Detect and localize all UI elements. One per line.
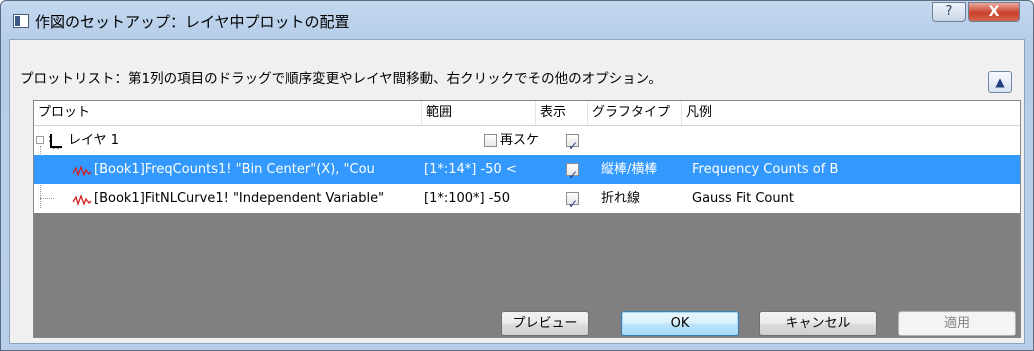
layer-row[interactable]: レイヤ 1 再スケ [34, 126, 1020, 155]
rescale-option[interactable]: 再スケ [484, 126, 544, 155]
window-title: 作図のセットアップ：レイヤ中プロットの配置 [35, 13, 350, 31]
line-plot-icon [72, 155, 94, 184]
close-button[interactable]: X [968, 2, 1020, 22]
line-plot-icon [72, 184, 94, 213]
column-header-plot[interactable]: プロット [34, 101, 422, 125]
ok-button[interactable]: OK [621, 311, 739, 336]
hint-text: プロットリスト：第1列の項目のドラッグで順序変更やレイヤ間移動、右クリックでその… [20, 71, 662, 87]
layer-show-option[interactable] [566, 126, 586, 155]
plot-legend[interactable]: Gauss Fit Count [692, 184, 992, 213]
plot-graph-type[interactable]: 縦棒/横棒 [601, 155, 683, 184]
plot-row[interactable]: [Book1]FreqCounts1! "Bin Center"(X), "Co… [34, 155, 1020, 184]
plot-show-option[interactable] [566, 155, 586, 184]
apply-button[interactable]: 適用 [898, 311, 1016, 336]
collapse-button[interactable]: ▲ [988, 71, 1012, 93]
column-header-range[interactable]: 範囲 [422, 101, 536, 125]
dialog-window: 作図のセットアップ：レイヤ中プロットの配置 ? X プロットリスト：第1列の項目… [0, 0, 1034, 351]
column-header-legend[interactable]: 凡例 [682, 101, 1020, 125]
grid-header: プロット 範囲 表示 グラフタイプ 凡例 [34, 101, 1020, 126]
rescale-label: 再スケ [500, 133, 540, 148]
chevron-up-icon: ▲ [995, 75, 1005, 89]
column-header-show[interactable]: 表示 [536, 101, 588, 125]
plot-list-grid[interactable]: プロット 範囲 表示 グラフタイプ 凡例 レイヤ 1 再スケ ✓ [Book1]… [33, 100, 1021, 338]
grid-rows: レイヤ 1 再スケ [Book1]FreqCounts1! "Bin Cente… [34, 126, 1020, 213]
tree-expander-icon[interactable] [36, 126, 46, 155]
plot-show-checkbox[interactable] [566, 161, 579, 184]
preview-button[interactable]: プレビュー [501, 311, 589, 336]
title-bar[interactable]: 作図のセットアップ：レイヤ中プロットの配置 ? X [1, 1, 1033, 39]
column-header-graph-type[interactable]: グラフタイプ [588, 101, 682, 125]
help-button[interactable]: ? [932, 2, 966, 22]
plot-range[interactable]: [1*:100*] -50 [424, 184, 536, 213]
layer-label: レイヤ 1 [68, 133, 120, 148]
plot-show-checkbox[interactable] [566, 190, 579, 213]
plot-show-option[interactable] [566, 184, 586, 213]
plot-graph-type[interactable]: 折れ線 [601, 184, 683, 213]
layer-show-checkbox[interactable] [566, 132, 579, 155]
plot-name: [Book1]FreqCounts1! "Bin Center"(X), "Co… [94, 162, 375, 177]
rescale-checkbox[interactable] [484, 134, 497, 147]
dialog-body: プロットリスト：第1列の項目のドラッグで順序変更やレイヤ間移動、右クリックでその… [9, 39, 1025, 344]
plot-legend[interactable]: Frequency Counts of B [692, 155, 992, 184]
plot-range[interactable]: [1*:14*] -50 < [424, 155, 536, 184]
cancel-button[interactable]: キャンセル [759, 311, 877, 336]
plot-row[interactable]: [Book1]FitNLCurve1! "Independent Variabl… [34, 184, 1020, 213]
layer-icon [48, 126, 64, 155]
plot-name: [Book1]FitNLCurve1! "Independent Variabl… [94, 191, 385, 206]
window-icon [13, 14, 29, 28]
